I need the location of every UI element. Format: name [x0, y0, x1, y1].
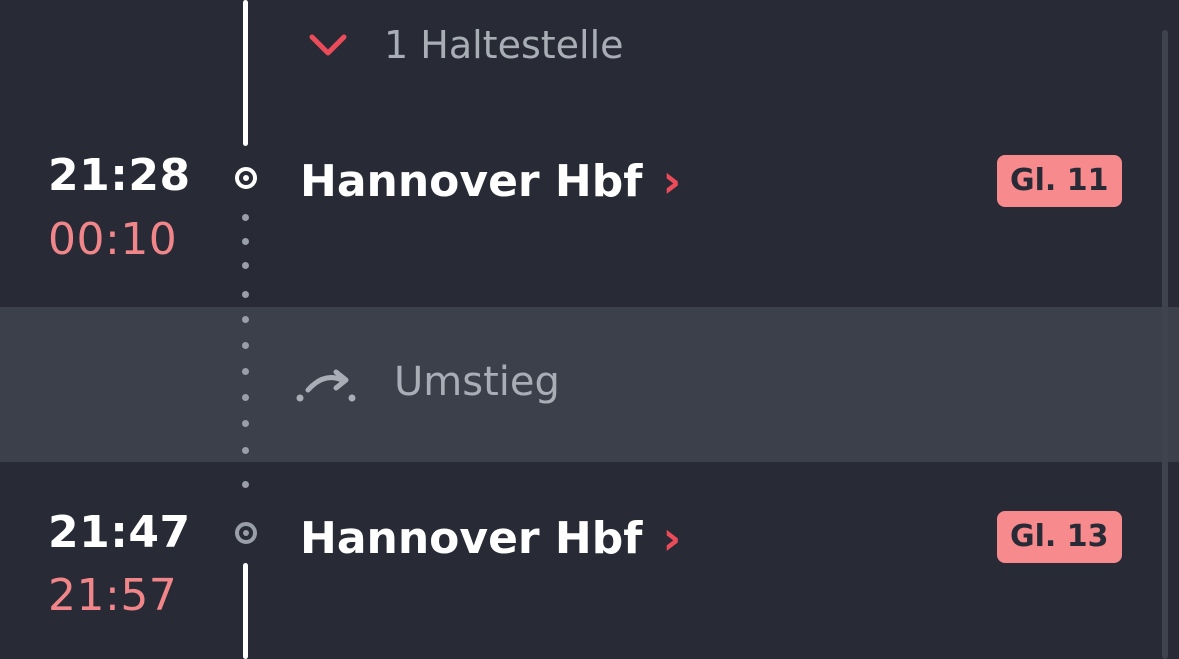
realtime-time: 00:10 — [48, 214, 178, 265]
stop-node-icon — [235, 522, 257, 544]
chevron-down-icon — [309, 34, 347, 56]
scheduled-time: 21:28 — [48, 150, 191, 201]
transfer-arrow-icon — [296, 369, 356, 402]
chevron-right-icon: › — [662, 154, 682, 208]
chevron-right-icon: › — [662, 511, 682, 565]
timeline-line-bottom — [243, 563, 248, 659]
transfer-section — [0, 307, 1179, 462]
timeline-line-top — [243, 0, 248, 146]
intermediate-stops-toggle[interactable]: 1 Haltestelle — [308, 20, 624, 70]
scheduled-time: 21:47 — [48, 507, 191, 558]
platform-badge: Gl. 11 — [997, 155, 1122, 207]
station-name: Hannover Hbf — [300, 155, 643, 207]
transfer-row: Umstieg — [294, 352, 560, 412]
intermediate-stops-label: 1 Haltestelle — [384, 23, 624, 67]
scrollbar[interactable] — [1162, 30, 1168, 659]
station-link[interactable]: Hannover Hbf › — [300, 511, 681, 565]
station-name: Hannover Hbf — [300, 512, 643, 564]
platform-badge: Gl. 13 — [997, 511, 1122, 563]
station-link[interactable]: Hannover Hbf › — [300, 154, 681, 208]
stop-node-icon — [235, 167, 257, 189]
realtime-time: 21:57 — [48, 570, 178, 621]
transfer-label: Umstieg — [394, 359, 560, 405]
